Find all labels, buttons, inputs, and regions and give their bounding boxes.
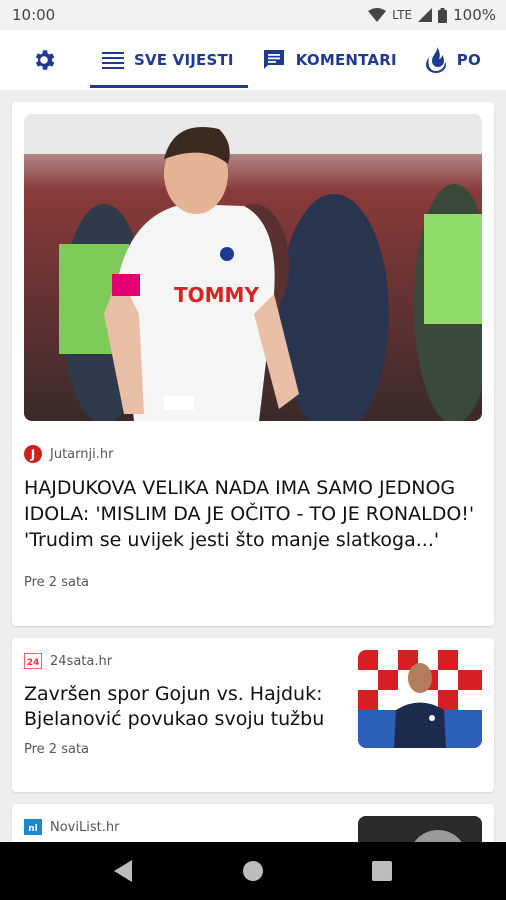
article-text: 24 24sata.hr Završen spor Gojun vs. Hajd… <box>24 652 344 757</box>
gear-icon <box>35 50 55 70</box>
article-card-featured[interactable]: TOMMY J Jutarnji.hr HAJDUKOVA VELIKA NAD… <box>12 102 494 626</box>
recents-icon[interactable] <box>372 861 393 881</box>
article-source: 24 24sata.hr <box>24 652 344 670</box>
article-headline[interactable]: HAJDUKOVA VELIKA NADA IMA SAMO JEDNOG ID… <box>24 475 482 553</box>
24sata-logo-icon: 24 <box>24 652 42 670</box>
source-name: 24sata.hr <box>50 653 113 669</box>
jersey-sponsor: TOMMY <box>174 283 259 307</box>
tab-label: SVE VIJESTI <box>134 51 234 69</box>
article-image: TOMMY <box>24 114 482 421</box>
article-time: Pre 2 sata <box>24 742 90 757</box>
tab-komentari[interactable]: KOMENTARI <box>248 30 411 90</box>
back-icon[interactable] <box>113 860 134 882</box>
tab-label: PO <box>456 51 481 69</box>
fire-icon <box>425 47 446 73</box>
top-tab-bar: SVE VIJESTI KOMENTARI PO <box>0 30 506 90</box>
source-name: NoviList.hr <box>50 819 120 835</box>
tab-label: KOMENTARI <box>295 51 397 69</box>
article-headline[interactable]: Završen spor Gojun vs. Hajduk: Bjelanovi… <box>24 682 344 732</box>
wifi-icon <box>368 8 387 22</box>
article-card[interactable]: 24 24sata.hr Završen spor Gojun vs. Hajd… <box>12 638 494 792</box>
article-source: J Jutarnji.hr <box>24 445 482 463</box>
battery-level: 100% <box>453 6 496 24</box>
status-icons: LTE 100% <box>368 6 496 24</box>
status-bar: 10:00 LTE 100% <box>0 0 506 30</box>
status-time: 10:00 <box>12 6 56 24</box>
system-nav-bar <box>0 842 506 900</box>
tab-sve-vijesti[interactable]: SVE VIJESTI <box>88 30 248 90</box>
novilist-logo-icon: nl <box>24 818 42 836</box>
source-name: Jutarnji.hr <box>50 446 114 462</box>
home-icon[interactable] <box>241 859 265 883</box>
news-feed[interactable]: TOMMY J Jutarnji.hr HAJDUKOVA VELIKA NAD… <box>0 90 506 842</box>
svg-text:24: 24 <box>27 658 40 668</box>
svg-text:J: J <box>30 448 35 462</box>
article-time: Pre 2 sata <box>24 575 90 590</box>
article-card[interactable]: nl NoviList.hr <box>12 804 494 842</box>
jutarnji-logo-icon: J <box>24 445 42 463</box>
svg-text:nl: nl <box>28 824 38 834</box>
settings-button[interactable] <box>0 30 88 90</box>
signal-icon <box>418 8 433 22</box>
tab-popularno[interactable]: PO <box>411 30 495 90</box>
battery-icon <box>438 7 448 23</box>
network-label: LTE <box>392 8 413 22</box>
comment-icon <box>263 50 284 69</box>
list-icon <box>102 52 124 69</box>
article-thumbnail <box>358 816 482 842</box>
article-thumbnail <box>358 650 482 748</box>
